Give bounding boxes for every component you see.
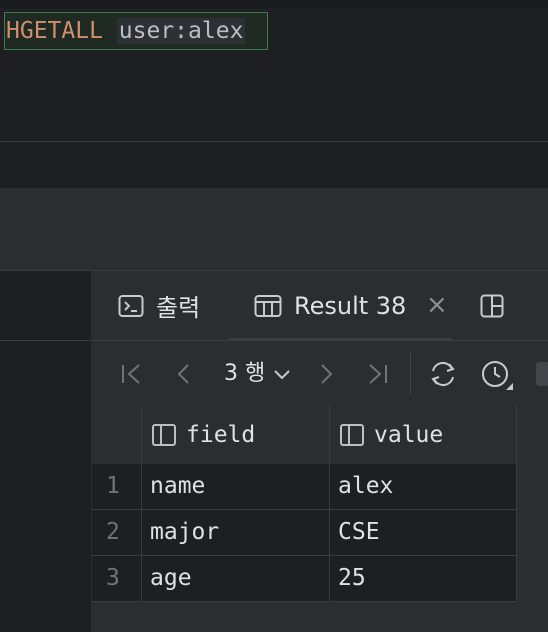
query-line[interactable]: HGETALL user:alex bbox=[4, 12, 268, 50]
row-number-header bbox=[92, 405, 142, 464]
table-empty-area bbox=[517, 464, 548, 632]
table-row[interactable]: 1 name alex bbox=[92, 464, 517, 510]
history-icon[interactable] bbox=[480, 359, 514, 391]
cell-field[interactable]: name bbox=[142, 464, 330, 509]
row-number: 2 bbox=[92, 510, 142, 555]
toolbar-separator bbox=[410, 352, 411, 394]
close-tab-icon[interactable]: × bbox=[426, 290, 448, 320]
layout-icon[interactable] bbox=[480, 294, 504, 318]
console-icon bbox=[118, 294, 144, 317]
column-header-label: value bbox=[374, 421, 444, 448]
overflow-button[interactable] bbox=[536, 362, 548, 386]
left-panel-divider bbox=[0, 340, 91, 341]
query-keyword: HGETALL bbox=[6, 18, 103, 44]
cell-value[interactable]: CSE bbox=[330, 510, 517, 555]
column-header-field[interactable]: field bbox=[142, 405, 330, 464]
cell-value[interactable]: alex bbox=[330, 464, 517, 509]
editor-top-strip bbox=[0, 0, 548, 8]
column-header-value[interactable]: value bbox=[330, 405, 517, 464]
left-side-panel bbox=[0, 271, 91, 632]
row-number: 3 bbox=[92, 556, 142, 601]
tab-result-label: Result 38 bbox=[294, 291, 407, 320]
first-page-icon[interactable] bbox=[119, 362, 145, 386]
cell-value[interactable]: 25 bbox=[330, 556, 517, 601]
row-count-selector[interactable]: 3 행 bbox=[224, 360, 265, 388]
query-argument: user:alex bbox=[116, 18, 246, 44]
cell-field[interactable]: age bbox=[142, 556, 330, 601]
next-page-icon[interactable] bbox=[316, 362, 336, 386]
row-number: 1 bbox=[92, 464, 142, 509]
table-row[interactable]: 2 major CSE bbox=[92, 510, 517, 556]
chevron-down-icon[interactable] bbox=[272, 366, 292, 384]
tab-output[interactable]: 출력 bbox=[118, 271, 200, 340]
table-empty-area bbox=[92, 604, 517, 632]
column-icon bbox=[152, 423, 176, 446]
last-page-icon[interactable] bbox=[364, 362, 390, 386]
editor-empty-strip bbox=[0, 142, 548, 188]
table-icon bbox=[254, 294, 282, 317]
table-row[interactable]: 3 age 25 bbox=[92, 556, 517, 602]
column-header-label: field bbox=[186, 421, 256, 448]
cell-field[interactable]: major bbox=[142, 510, 330, 555]
column-icon bbox=[340, 423, 364, 446]
tab-output-label: 출력 bbox=[156, 294, 201, 322]
tab-result[interactable]: Result 38 bbox=[254, 271, 406, 340]
prev-page-icon[interactable] bbox=[174, 362, 194, 386]
refresh-icon[interactable] bbox=[427, 359, 459, 389]
panel-band bbox=[0, 188, 548, 270]
